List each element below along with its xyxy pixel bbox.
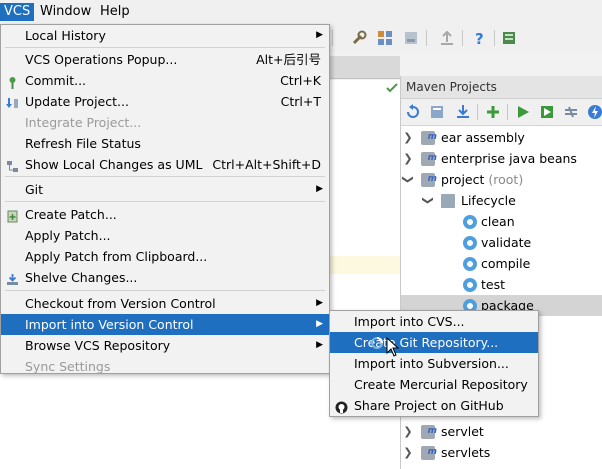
tree-item-servlets[interactable]: ❯ servlets xyxy=(401,442,602,463)
maven-module-icon xyxy=(421,148,437,169)
highlighted-line xyxy=(330,256,400,274)
menu-item-sync-settings: Sync Settings xyxy=(25,359,111,374)
lifecycle-folder-icon xyxy=(441,194,455,208)
generate-sources-icon[interactable] xyxy=(429,104,445,120)
menu-item-create-patch[interactable]: Create Patch... xyxy=(1,204,329,225)
maven-module-icon xyxy=(421,127,437,148)
shelve-icon xyxy=(6,271,19,285)
patch-icon xyxy=(6,208,19,223)
uml-icon xyxy=(6,158,19,172)
chevron-right-icon[interactable]: ❯ xyxy=(403,148,413,169)
maven-module-icon xyxy=(421,421,437,442)
help-icon[interactable]: ? xyxy=(470,29,488,48)
menu-item-vcs-operations-popup[interactable]: VCS Operations Popup... Alt+后引号 xyxy=(1,49,329,70)
submenu-item-create-mercurial[interactable]: Create Mercurial Repository xyxy=(330,374,538,395)
add-icon[interactable] xyxy=(485,104,501,120)
chevron-down-icon[interactable]: ❯ xyxy=(398,175,419,185)
toggle-offline-icon[interactable] xyxy=(563,104,579,120)
maven-module-icon xyxy=(421,442,437,463)
menu-item-import-into-version-control[interactable]: Import into Version Control ▶ xyxy=(1,314,329,335)
github-icon xyxy=(335,399,348,414)
submenu-item-import-subversion[interactable]: Import into Subversion... xyxy=(330,353,538,374)
event-log-icon[interactable] xyxy=(500,29,518,47)
run-icon[interactable] xyxy=(515,104,531,120)
tree-item-clean[interactable]: clean xyxy=(401,211,602,232)
chevron-down-icon[interactable]: ❯ xyxy=(418,196,439,206)
gear-icon xyxy=(463,278,477,292)
menu-bar: VCS Window Help xyxy=(0,0,602,24)
menu-item-apply-patch-clipboard[interactable]: Apply Patch from Clipboard... xyxy=(1,246,329,267)
menu-item-integrate-project: Integrate Project... xyxy=(25,115,142,130)
submenu-item-import-cvs[interactable]: Import into CVS... xyxy=(330,311,538,332)
upload-icon[interactable] xyxy=(438,29,456,47)
submenu-item-create-git-repository[interactable]: Create Git Repository... xyxy=(330,332,538,353)
menu-item-apply-patch[interactable]: Apply Patch... xyxy=(1,225,329,246)
gear-icon xyxy=(463,257,477,271)
menu-item-show-local-changes-uml[interactable]: Show Local Changes as UML Ctrl+Alt+Shift+… xyxy=(1,154,329,175)
wrench-icon[interactable] xyxy=(350,29,368,47)
svg-text:?: ? xyxy=(475,30,484,47)
editor-tab-strip xyxy=(330,56,400,79)
gear-icon xyxy=(463,215,477,229)
commit-icon xyxy=(6,74,19,89)
chevron-right-icon[interactable]: ❯ xyxy=(403,442,413,463)
menu-window[interactable]: Window xyxy=(36,3,95,21)
tree-item-ear-assembly[interactable]: ❯ ear assembly xyxy=(401,127,602,148)
execute-goal-icon[interactable] xyxy=(539,104,555,120)
menu-item-local-history[interactable]: Local History ▶ xyxy=(1,25,329,46)
main-toolbar: ? xyxy=(330,24,602,52)
tree-item-compile[interactable]: compile xyxy=(401,253,602,274)
mouse-cursor-icon xyxy=(386,336,400,357)
menu-item-browse-vcs-repository[interactable]: Browse VCS Repository ▶ xyxy=(1,335,329,356)
tree-item-test[interactable]: test xyxy=(401,274,602,295)
chevron-right-icon[interactable]: ❯ xyxy=(403,127,413,148)
import-submenu: Import into CVS... Create Git Repository… xyxy=(329,310,539,417)
busy-indicator-icon xyxy=(371,337,383,349)
maven-module-icon xyxy=(421,169,437,190)
tree-item-servlet[interactable]: ❯ servlet xyxy=(401,421,602,442)
project-view-background xyxy=(0,374,330,469)
menu-item-git[interactable]: Git ▶ xyxy=(1,179,329,200)
vcs-menu: Local History ▶ VCS Operations Popup... Al… xyxy=(0,24,330,374)
gear-icon xyxy=(463,236,477,250)
menu-help[interactable]: Help xyxy=(96,3,134,21)
menu-item-checkout[interactable]: Checkout from Version Control ▶ xyxy=(1,293,329,314)
sdk-icon[interactable] xyxy=(402,29,420,47)
maven-panel-title: Maven Projects xyxy=(406,80,497,94)
update-icon xyxy=(6,95,19,108)
maven-panel-header: Maven Projects xyxy=(401,76,602,99)
download-icon[interactable] xyxy=(455,104,471,120)
menu-item-update-project[interactable]: Update Project... Ctrl+T xyxy=(1,91,329,112)
menu-item-commit[interactable]: Commit... Ctrl+K xyxy=(1,70,329,91)
tree-item-enterprise-java-beans[interactable]: ❯ enterprise java beans xyxy=(401,148,602,169)
project-structure-icon[interactable] xyxy=(376,29,394,47)
tree-item-validate[interactable]: validate xyxy=(401,232,602,253)
menu-item-shelve-changes[interactable]: Shelve Changes... xyxy=(1,267,329,288)
menu-item-refresh-file-status[interactable]: Refresh File Status xyxy=(1,133,329,154)
tree-item-lifecycle[interactable]: ❯ Lifecycle xyxy=(401,190,602,211)
refresh-icon[interactable] xyxy=(405,104,421,120)
tree-item-project[interactable]: ❯ project (root) xyxy=(401,169,602,190)
maven-toolbar xyxy=(401,99,602,126)
submenu-item-share-github[interactable]: Share Project on GitHub xyxy=(330,395,538,416)
checkmark-icon xyxy=(386,82,398,93)
menu-vcs[interactable]: VCS xyxy=(0,3,35,21)
lightning-icon[interactable] xyxy=(587,104,602,120)
chevron-right-icon[interactable]: ❯ xyxy=(403,421,413,442)
